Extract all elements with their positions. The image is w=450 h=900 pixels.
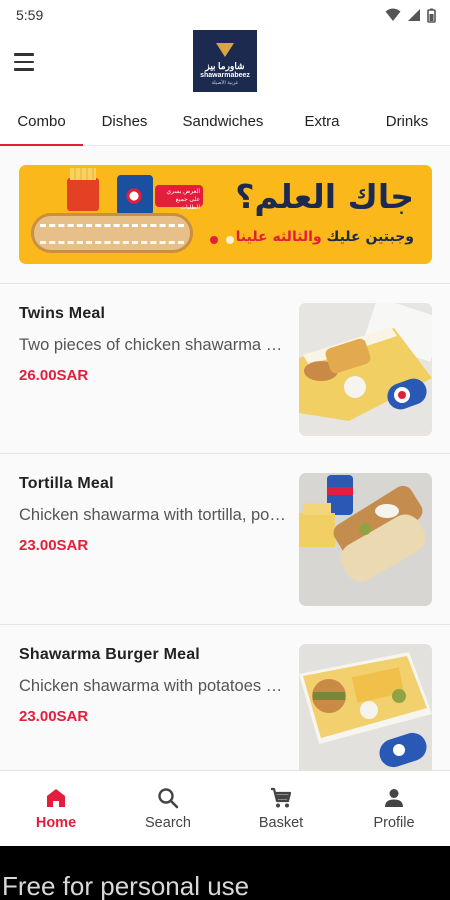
hamburger-menu-icon[interactable]: [14, 48, 42, 76]
carousel-dot[interactable]: [226, 236, 234, 244]
status-bar: 5:59: [0, 0, 450, 30]
banner-headline: جاك العلم؟: [235, 177, 414, 216]
banner-offer-tag: العرض يسري على جميع الطلبات: [155, 185, 203, 211]
product-price: 26.00SAR: [19, 367, 89, 384]
nav-home[interactable]: Home: [0, 771, 112, 847]
product-description: Two pieces of chicken shawarma with pota…: [19, 336, 289, 354]
product-name: Tortilla Meal: [19, 475, 114, 492]
brand-logo: شاورما بيز shawarmabeez عربية الأصيلة: [193, 30, 257, 92]
nav-basket[interactable]: Basket: [225, 771, 337, 847]
nav-home-label: Home: [35, 815, 77, 831]
signal-icon: [408, 9, 420, 21]
bottom-navigation: Home Search Basket Profile: [0, 770, 450, 846]
status-time: 5:59: [16, 7, 44, 23]
category-tabs: Combo Dishes Sandwiches Extra Drinks: [0, 98, 450, 146]
carousel-dots: [210, 236, 234, 244]
tab-extra[interactable]: Extra: [280, 98, 364, 145]
status-icons: [385, 8, 436, 23]
watermark-text: Free for personal use: [2, 871, 250, 900]
product-image: [299, 303, 432, 436]
product-description: Chicken shawarma with potatoes and a dri…: [19, 677, 289, 695]
fries-illustration: [67, 168, 99, 211]
search-icon: [155, 785, 181, 811]
nav-profile[interactable]: Profile: [338, 771, 450, 847]
nav-search-label: Search: [145, 815, 191, 831]
banner-subline-part2: والثالثه علينا: [235, 229, 322, 245]
tab-sandwiches[interactable]: Sandwiches: [166, 98, 280, 145]
product-price: 23.00SAR: [19, 708, 89, 725]
product-image: [299, 644, 432, 770]
product-item-twins-meal[interactable]: Twins Meal Two pieces of chicken shawarm…: [0, 283, 450, 453]
nav-profile-label: Profile: [373, 815, 415, 831]
person-icon: [381, 785, 407, 811]
app-screen: 5:59 شاورما بيز shawarmabeez عربية الأصي…: [0, 0, 450, 900]
logo-mark-icon: [216, 43, 234, 57]
cart-icon: [268, 785, 294, 811]
logo-arabic: شاورما بيز: [205, 61, 245, 71]
product-name: Twins Meal: [19, 305, 106, 322]
product-name: Shawarma Burger Meal: [19, 646, 200, 663]
banner-subline: وجبتين عليك والثالثه علينا: [236, 229, 414, 245]
nav-search[interactable]: Search: [112, 771, 224, 847]
product-description: Chicken shawarma with tortilla, potatoes…: [19, 506, 289, 524]
battery-icon: [427, 8, 436, 23]
sandwich-illustration: [31, 213, 193, 253]
carousel-dot[interactable]: [210, 236, 218, 244]
product-item-shawarma-burger-meal[interactable]: Shawarma Burger Meal Chicken shawarma wi…: [0, 624, 450, 794]
logo-tagline: عربية الأصيلة: [211, 80, 239, 86]
banner-subline-part1: وجبتين عليك: [326, 229, 414, 245]
tab-drinks[interactable]: Drinks: [364, 98, 450, 145]
wifi-icon: [385, 8, 401, 21]
home-icon: [43, 785, 69, 811]
product-price: 23.00SAR: [19, 537, 89, 554]
logo-english: shawarmabeez: [200, 72, 250, 79]
product-image: [299, 473, 432, 606]
tab-dishes[interactable]: Dishes: [83, 98, 166, 145]
tab-combo[interactable]: Combo: [0, 98, 83, 146]
product-item-tortilla-meal[interactable]: Tortilla Meal Chicken shawarma with tort…: [0, 453, 450, 623]
drink-cup-illustration: [117, 175, 153, 215]
nav-basket-label: Basket: [258, 815, 304, 831]
app-bar: شاورما بيز shawarmabeez عربية الأصيلة: [0, 30, 450, 98]
watermark-bar: Free for personal use: [0, 846, 450, 900]
promo-banner[interactable]: العرض يسري على جميع الطلبات جاك العلم؟ و…: [19, 165, 432, 264]
